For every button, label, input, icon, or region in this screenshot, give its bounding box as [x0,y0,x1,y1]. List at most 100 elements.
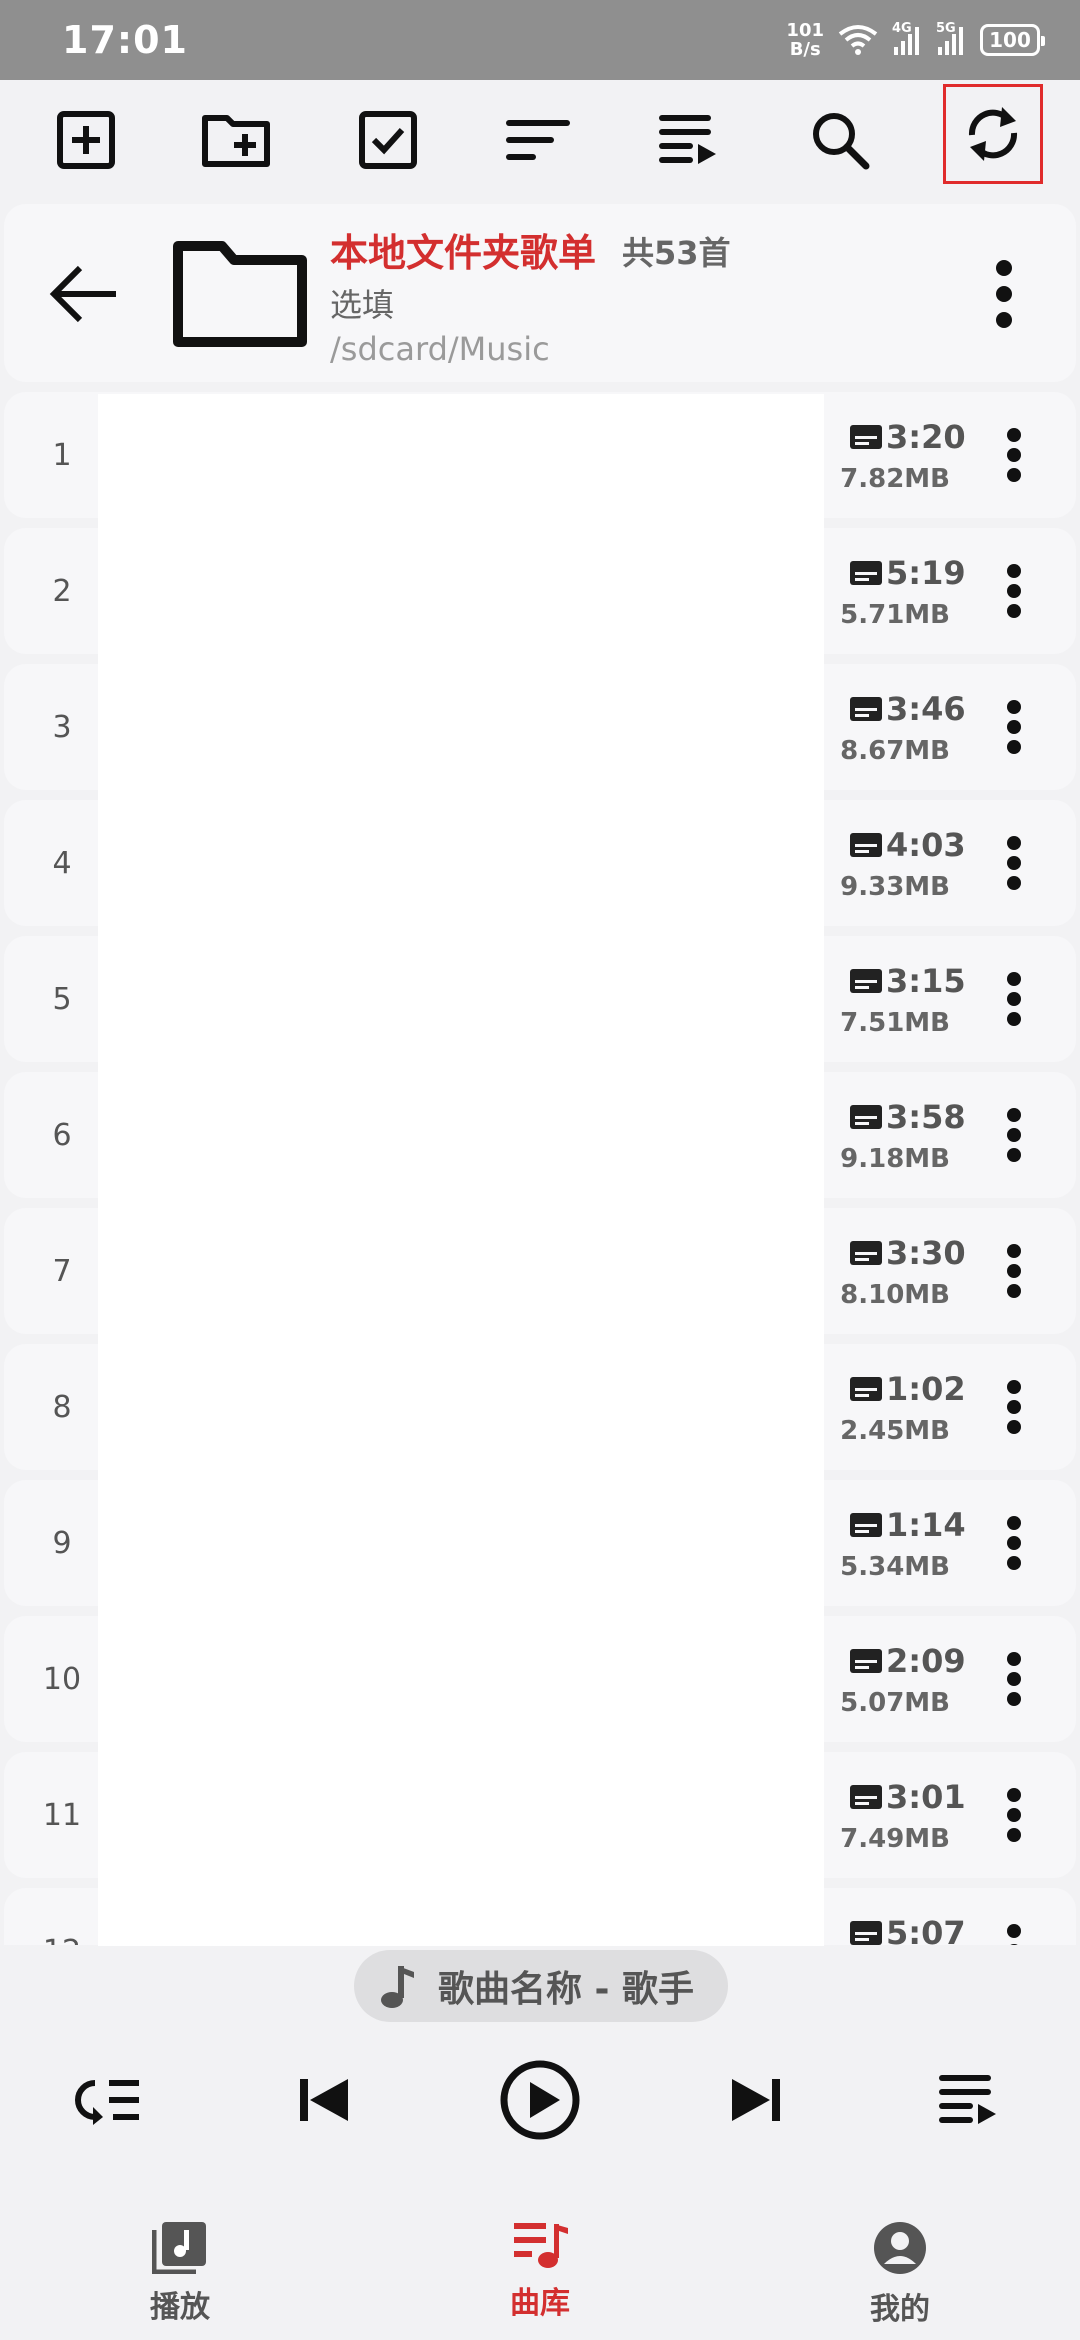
signal-label-4g: 4G [892,21,912,36]
song-count: 共53首 [622,234,731,272]
song-more-button[interactable] [974,1639,1054,1719]
play-queue-icon [659,115,716,164]
song-duration: 2:09 [850,1642,966,1680]
header-more-button[interactable] [964,254,1044,334]
song-file-size: 7.49MB [840,1824,950,1854]
now-playing-text: 歌曲名称 - 歌手 [438,1969,695,2010]
arrow-back-icon [49,265,116,323]
more-vert-icon [1007,836,1021,890]
network-speed-value: 101 [786,20,824,41]
music-note-icon [381,1966,414,2008]
song-file-size: 9.18MB [840,1144,950,1174]
song-more-button[interactable] [974,1231,1054,1311]
multi-select-button[interactable] [338,90,438,190]
playlist-button[interactable] [918,2050,1018,2150]
wifi-icon [838,25,878,55]
song-duration-text: 1:02 [886,1370,966,1408]
more-vert-icon [1007,1516,1021,1570]
lyrics-icon [850,425,882,449]
song-more-button[interactable] [974,959,1054,1039]
more-vert-icon [1007,564,1021,618]
previous-button[interactable] [274,2050,374,2150]
status-icons: 101 B/s 4G 5G 100 [786,21,1045,59]
playlist-header: 本地文件夹歌单 共53首 选填 /sdcard/Music [4,204,1076,382]
song-duration-text: 3:58 [886,1098,966,1136]
refresh-button[interactable] [943,84,1043,184]
folder-icon [173,241,307,347]
play-icon [500,2060,580,2140]
more-vert-icon [1007,1108,1021,1162]
song-duration: 3:20 [850,418,966,456]
lyrics-icon [850,1377,882,1401]
skip-previous-icon [300,2079,348,2121]
now-playing-pill[interactable]: 歌曲名称 - 歌手 [354,1950,728,2022]
add-song-button[interactable] [36,90,136,190]
song-duration-text: 5:19 [886,554,966,592]
song-file-size: 5.71MB [840,600,950,630]
sort-icon [506,120,570,160]
song-more-button[interactable] [974,687,1054,767]
search-button[interactable] [790,90,890,190]
song-more-button[interactable] [974,823,1054,903]
folder-path: /sdcard/Music [330,330,550,368]
nav-item-library[interactable]: 曲库 [440,2220,640,2340]
song-more-button[interactable] [974,415,1054,495]
song-more-button[interactable] [974,1095,1054,1175]
song-file-size: 5.34MB [840,1552,950,1582]
more-vert-icon [1007,428,1021,482]
lyrics-icon [850,561,882,585]
song-duration-text: 3:01 [886,1778,966,1816]
song-duration: 1:02 [850,1370,966,1408]
song-duration: 4:03 [850,826,966,864]
sort-button[interactable] [488,90,588,190]
album-icon [152,2222,206,2274]
song-file-size: 7.51MB [840,1008,950,1038]
playlist-title: 本地文件夹歌单 [330,231,597,275]
nav-item-play[interactable]: 播放 [80,2220,280,2340]
play-queue-button[interactable] [638,90,738,190]
song-file-size: 8.10MB [840,1280,950,1310]
song-duration: 3:46 [850,690,966,728]
back-button[interactable] [44,254,124,334]
status-time: 17:01 [62,18,188,62]
repeat-mode-button[interactable] [58,2050,158,2150]
song-duration-text: 5:07 [886,1914,966,1945]
playlist-description[interactable]: 选填 [330,280,394,326]
more-vert-icon [1007,1244,1021,1298]
song-duration-text: 2:09 [886,1642,966,1680]
repeat-list-icon [75,2080,139,2125]
song-more-button[interactable] [974,1775,1054,1855]
refresh-icon [968,107,1018,161]
lyrics-icon [850,1513,882,1537]
song-more-button[interactable] [974,551,1054,631]
next-button[interactable] [706,2050,806,2150]
create-folder-button[interactable] [186,90,286,190]
song-more-button[interactable] [974,1503,1054,1583]
cell-signal-4g: 4G [892,21,922,55]
lyrics-icon [850,969,882,993]
lyrics-icon [850,1649,882,1673]
song-duration: 3:58 [850,1098,966,1136]
search-icon [813,113,870,170]
song-duration: 3:15 [850,962,966,1000]
network-speed: 101 B/s [786,21,824,59]
song-more-button[interactable] [974,1911,1054,1945]
song-file-size: 5.07MB [840,1688,950,1718]
song-title-mask [98,394,824,1946]
cell-signal-5g: 5G [936,21,966,55]
song-duration: 5:19 [850,554,966,592]
song-duration-text: 4:03 [886,826,966,864]
song-duration: 3:30 [850,1234,966,1272]
status-bar: 17:01 101 B/s 4G 5G 100 [0,0,1080,80]
song-duration: 1:14 [850,1506,966,1544]
lyrics-icon [850,697,882,721]
add-box-icon [57,111,115,169]
bottom-navigation: 播放 曲库 我的 [0,2200,1080,2340]
playback-controls [0,2040,1080,2150]
nav-item-me[interactable]: 我的 [800,2220,1000,2340]
song-duration-text: 3:15 [886,962,966,1000]
top-toolbar [0,80,1080,200]
song-more-button[interactable] [974,1367,1054,1447]
play-pause-button[interactable] [490,2050,590,2150]
playlist-icon [939,2075,996,2124]
